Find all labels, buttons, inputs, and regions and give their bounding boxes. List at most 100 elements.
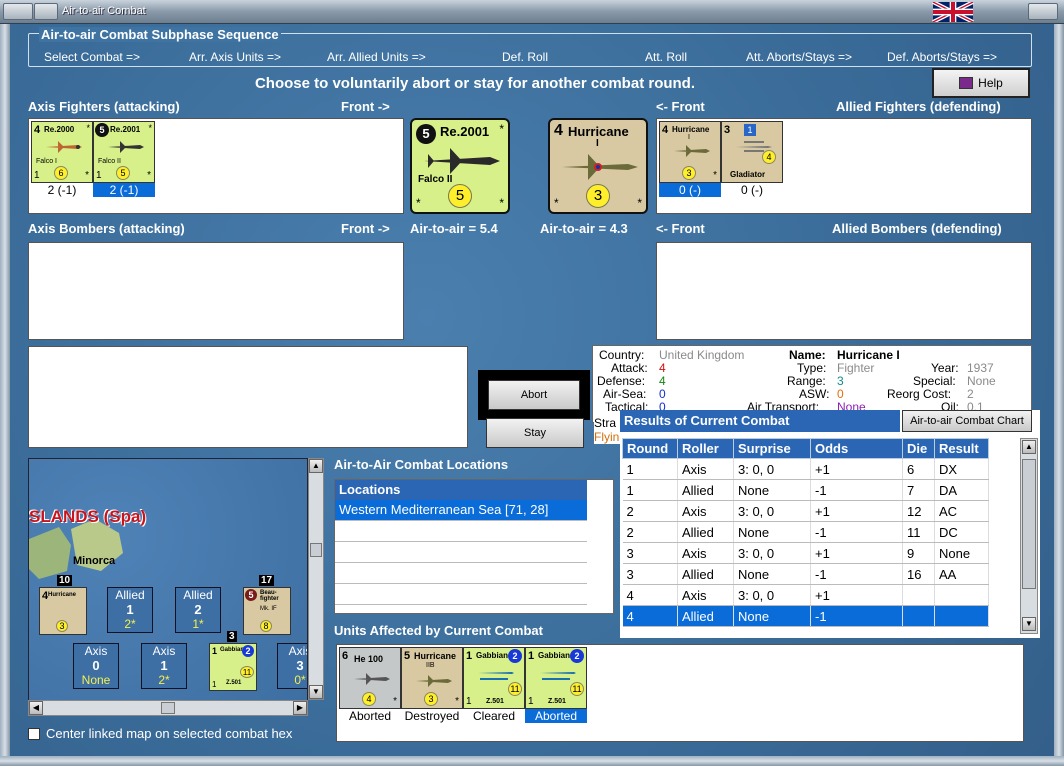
allied-fighters-panel[interactable]: 4 Hurricane I 3 * 0 (-) 3 1 4 Gladiator … xyxy=(656,118,1032,214)
island-shape xyxy=(29,519,123,579)
caption-gladiator: 0 (-) xyxy=(741,183,763,197)
results-panel: Results of Current Combat Round Roller S… xyxy=(620,410,1040,638)
scroll-down-icon[interactable]: ▼ xyxy=(1022,617,1036,631)
axis-fighters-header: Axis Fighters (attacking) xyxy=(28,99,180,114)
col-odds[interactable]: Odds xyxy=(810,438,903,459)
center-map-checkbox[interactable] xyxy=(28,727,40,740)
instruction-text: Choose to voluntarily abort or stay for … xyxy=(254,75,696,92)
step-att-aborts: Att. Aborts/Stays => xyxy=(746,50,853,64)
affected-units-panel[interactable]: 6 He 100 4 * Aborted 5 Hurricane IIB 3 *… xyxy=(336,644,1024,742)
counter-hurricane-iib[interactable]: 5 Hurricane IIB 3 * xyxy=(401,647,463,709)
scroll-thumb[interactable] xyxy=(1022,459,1036,589)
table-row[interactable]: 2 Allied None -1 11 DC xyxy=(622,521,989,543)
map-zone-axis-0[interactable]: Axis 0 None xyxy=(73,643,119,689)
col-result[interactable]: Result xyxy=(934,438,989,459)
map-zone-allied-1[interactable]: Allied 1 2* xyxy=(107,587,153,633)
table-row[interactable]: 1 Axis 3: 0, 0 +1 6 DX xyxy=(622,458,989,480)
plane-icon xyxy=(674,145,710,157)
stay-button[interactable]: Stay xyxy=(486,418,584,448)
uk-flag-icon[interactable] xyxy=(930,2,976,22)
map-zone-axis-1[interactable]: Axis 1 2* xyxy=(141,643,187,689)
map-horizontal-scrollbar[interactable]: ◀ ▶ xyxy=(28,700,308,716)
location-empty[interactable] xyxy=(335,584,587,605)
system-menu-button[interactable] xyxy=(3,3,33,20)
counter-re2000[interactable]: 4 Re.2000 * Falco I 1 6 * xyxy=(31,121,93,183)
table-row[interactable]: 3 Axis 3: 0, 0 +1 9 None xyxy=(622,542,989,564)
results-scrollbar[interactable]: ▲ ▼ xyxy=(1020,438,1038,634)
table-row[interactable]: 1 Allied None -1 7 DA xyxy=(622,479,989,501)
map-counter-beaufighter[interactable]: 5 Beau-fighter Mk. IF 8 xyxy=(243,587,291,635)
center-map-option[interactable]: Center linked map on selected combat hex xyxy=(28,726,292,741)
map-counter-gabbiano[interactable]: 1 Gabbiano 2 1 Z.501 11 xyxy=(209,643,257,691)
step-select-combat: Select Combat => xyxy=(44,50,141,64)
location-empty[interactable] xyxy=(335,563,587,584)
map-scroll-left-icon[interactable]: ◀ xyxy=(29,701,43,715)
info-asw-label: ASW: xyxy=(799,387,830,401)
close-button[interactable] xyxy=(1028,3,1058,20)
info-asw: 0 xyxy=(837,387,844,401)
map-scroll-down-icon[interactable]: ▼ xyxy=(309,685,323,699)
counter-he100[interactable]: 6 He 100 4 * xyxy=(339,647,401,709)
locations-list[interactable]: Locations Western Mediterranean Sea [71,… xyxy=(334,479,614,614)
minimize-button[interactable] xyxy=(34,3,58,20)
step-arr-allied: Arr. Allied Units => xyxy=(327,50,426,64)
map-scroll-right-icon[interactable]: ▶ xyxy=(293,701,307,715)
caption-re2000: 2 (-1) xyxy=(47,183,77,197)
table-row-selected[interactable]: 4 Allied None -1 xyxy=(622,605,989,627)
linked-map[interactable]: SLANDS (Spa) Minorca 10 4 Hurricane 3 Al… xyxy=(28,458,308,716)
window-frame-bottom xyxy=(0,756,1064,766)
col-round[interactable]: Round xyxy=(622,438,678,459)
map-tag-3: 3 xyxy=(227,631,237,642)
step-def-aborts: Def. Aborts/Stays => xyxy=(887,50,998,64)
plane-icon xyxy=(562,154,638,180)
col-die[interactable]: Die xyxy=(902,438,935,459)
seaplane-icon xyxy=(540,672,576,680)
abort-button[interactable]: Abort xyxy=(488,380,580,410)
info-special: None xyxy=(967,374,996,388)
info-country-label: Country: xyxy=(599,348,645,362)
counter-hurricane-small[interactable]: 4 Hurricane I 3 * xyxy=(659,121,721,183)
help-button[interactable]: Help xyxy=(932,68,1030,98)
map-scroll-up-icon[interactable]: ▲ xyxy=(309,459,323,473)
window-frame-left xyxy=(0,24,10,766)
counter-gladiator[interactable]: 3 1 4 Gladiator xyxy=(721,121,783,183)
location-empty[interactable] xyxy=(335,521,587,542)
info-defense-label: Defense: xyxy=(597,374,646,388)
step-att-roll: Att. Roll xyxy=(645,50,688,64)
table-row[interactable]: 2 Axis 3: 0, 0 +1 12 AC xyxy=(622,500,989,522)
window-title: Air-to-air Combat xyxy=(62,5,146,17)
defender-big-counter[interactable]: 4 Hurricane I * 3 * xyxy=(548,118,648,214)
map-zone-allied-2[interactable]: Allied 2 1* xyxy=(175,587,221,633)
axis-bombers-header: Axis Bombers (attacking) xyxy=(28,221,185,236)
counter-re2001-small[interactable]: 5 Re.2001 * Falco II 1 5 * xyxy=(93,121,155,183)
table-row[interactable]: 3 Allied None -1 16 AA xyxy=(622,563,989,585)
locations-column-header[interactable]: Locations xyxy=(335,480,587,500)
map-vertical-scrollbar[interactable]: ▲ ▼ xyxy=(308,458,324,700)
locations-header: Air-to-Air Combat Locations xyxy=(334,457,509,472)
col-roller[interactable]: Roller xyxy=(677,438,734,459)
counter-gabbiano-1[interactable]: 1 Gabbiano 2 1 Z.501 11 xyxy=(463,647,525,709)
map-vscroll-thumb[interactable] xyxy=(310,543,322,557)
seaplane-icon xyxy=(478,672,514,680)
info-year: 1937 xyxy=(967,361,994,375)
caption-he100: Aborted xyxy=(348,709,392,723)
location-item[interactable]: Western Mediterranean Sea [71, 28] xyxy=(335,500,587,521)
plane-icon xyxy=(354,673,390,685)
axis-fighters-panel[interactable]: 4 Re.2000 * Falco I 1 6 * 2 (-1) 5 Re.20… xyxy=(28,118,404,214)
front-allied-bombers-label: <- Front xyxy=(656,221,705,236)
map-counter-hurricane[interactable]: 4 Hurricane 3 xyxy=(39,587,87,635)
front-allied-label: <- Front xyxy=(656,99,705,114)
air-to-air-chart-button[interactable]: Air-to-air Combat Chart xyxy=(902,410,1032,432)
map-hscroll-thumb[interactable] xyxy=(161,702,175,714)
map-zone-axis-3[interactable]: Axis 3 0* xyxy=(277,643,307,689)
allied-bombers-panel[interactable] xyxy=(656,242,1032,340)
location-empty[interactable] xyxy=(335,542,587,563)
axis-bombers-panel[interactable] xyxy=(28,242,404,340)
counter-gabbiano-2[interactable]: 1 Gabbiano 2 1 Z.501 11 xyxy=(525,647,587,709)
col-surprise[interactable]: Surprise xyxy=(733,438,811,459)
attacker-big-counter[interactable]: 5 Re.2001 * Falco II * 5 * xyxy=(410,118,510,214)
scroll-up-icon[interactable]: ▲ xyxy=(1022,440,1036,454)
results-table: Round Roller Surprise Odds Die Result 1A… xyxy=(622,438,989,627)
allied-fighters-header: Allied Fighters (defending) xyxy=(836,99,1001,114)
table-row[interactable]: 4 Axis 3: 0, 0 +1 xyxy=(622,584,989,606)
